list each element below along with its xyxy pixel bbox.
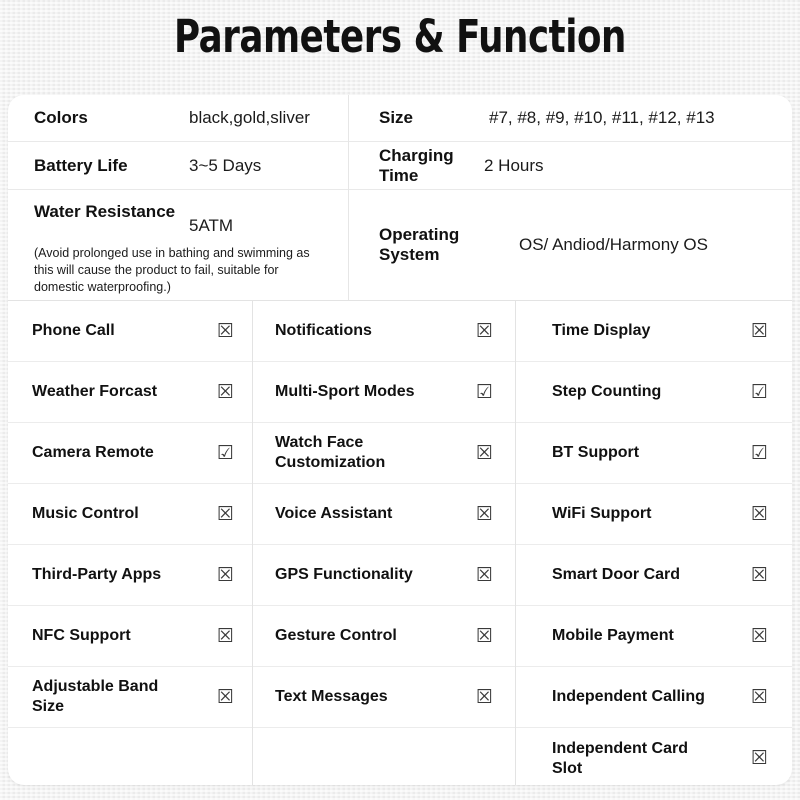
spec-row-charging-time: Charging Time 2 Hours (349, 142, 792, 190)
feature-label: Third-Party Apps (32, 566, 162, 583)
feature-label: Independent Card Slot (552, 739, 689, 777)
spec-label: Colors (34, 108, 88, 127)
feature-row: Mobile Payment ☒ (516, 606, 792, 667)
feature-label: Watch Face Customization (275, 434, 386, 471)
feature-row: Music Control ☒ (8, 484, 252, 545)
spec-label: Battery Life (34, 155, 128, 175)
spec-label: Size (379, 108, 414, 127)
feature-label: Text Messages (275, 688, 388, 705)
checkbox-icon[interactable]: ☑ (476, 382, 493, 402)
page-title: Parameters & Function (174, 10, 626, 63)
feature-label: Adjustable Band Size (32, 678, 159, 715)
checkbox-icon[interactable]: ☒ (751, 504, 768, 524)
feature-label: Phone Call (32, 322, 115, 339)
checkbox-icon[interactable]: ☒ (476, 443, 493, 463)
checkbox-icon[interactable]: ☒ (217, 382, 234, 402)
spec-label: Charging Time (379, 145, 454, 185)
checkbox-icon[interactable]: ☒ (751, 749, 768, 768)
spec-row-battery-life: Battery Life 3~5 Days (8, 142, 348, 190)
checkbox-icon[interactable]: ☒ (217, 626, 234, 646)
feature-row: Watch Face Customization ☒ (253, 423, 515, 484)
feature-label: Smart Door Card (552, 566, 681, 583)
spec-value: 5ATM (189, 216, 234, 235)
checkbox-icon[interactable]: ☒ (476, 565, 493, 585)
spec-row-operating-system: Operating System OS/ Andiod/Harmony OS (349, 190, 792, 300)
feature-row: Adjustable Band Size ☒ (8, 667, 252, 728)
checkbox-icon[interactable]: ☒ (751, 687, 768, 707)
checkbox-icon[interactable]: ☒ (476, 626, 493, 646)
spec-value: OS/ Andiod/Harmony OS (519, 235, 708, 254)
spec-row-colors: Colors black,gold,sliver (8, 95, 348, 142)
checkbox-icon[interactable]: ☒ (217, 504, 234, 524)
feature-label: Gesture Control (275, 627, 397, 644)
checkbox-icon[interactable]: ☒ (217, 565, 234, 585)
feature-label: WiFi Support (552, 505, 652, 522)
water-resistance-note: (Avoid prolonged use in bathing and swim… (34, 245, 310, 294)
feature-column-2: Notifications ☒ Multi-Sport Modes ☑ Watc… (252, 301, 515, 785)
feature-label: Independent Calling (552, 688, 705, 705)
feature-row: Third-Party Apps ☒ (8, 545, 252, 606)
checkbox-icon[interactable]: ☒ (476, 504, 493, 524)
feature-label: Notifications (275, 322, 372, 339)
feature-row: Step Counting ☑ (516, 362, 792, 423)
feature-label: GPS Functionality (275, 566, 413, 583)
spec-card: Colors black,gold,sliver Battery Life 3~… (8, 95, 792, 785)
spec-label: Operating System (379, 225, 460, 264)
feature-row: BT Support ☑ (516, 423, 792, 484)
checkbox-icon[interactable]: ☒ (476, 687, 493, 707)
feature-row: NFC Support ☒ (8, 606, 252, 667)
feature-row: WiFi Support ☒ (516, 484, 792, 545)
product-spec-page: Parameters & Function Colors black,gold,… (0, 0, 800, 800)
spec-row-water-resistance: Water Resistance 5ATM (Avoid prolonged u… (8, 190, 348, 300)
spec-value: 2 Hours (484, 155, 544, 175)
feature-label: Weather Forcast (32, 383, 158, 400)
spec-label: Water Resistance (34, 202, 176, 221)
checkbox-icon[interactable]: ☑ (751, 382, 768, 402)
spec-row-size: Size #7, #8, #9, #10, #11, #12, #13 (349, 95, 792, 142)
feature-label: Multi-Sport Modes (275, 383, 415, 400)
feature-label: Step Counting (552, 383, 662, 400)
feature-row: Independent Calling ☒ (516, 667, 792, 728)
checkbox-icon[interactable]: ☑ (217, 443, 234, 463)
feature-column-1: Phone Call ☒ Weather Forcast ☒ Camera Re… (8, 301, 252, 785)
feature-row: Text Messages ☒ (253, 667, 515, 728)
feature-row: Smart Door Card ☒ (516, 545, 792, 606)
feature-row: Phone Call ☒ (8, 301, 252, 362)
feature-label: Mobile Payment (552, 627, 674, 644)
spec-value: black,gold,sliver (189, 108, 310, 127)
feature-row: Camera Remote ☑ (8, 423, 252, 484)
spec-value: #7, #8, #9, #10, #11, #12, #13 (489, 108, 715, 127)
spec-column-left: Colors black,gold,sliver Battery Life 3~… (8, 95, 348, 300)
checkbox-icon[interactable]: ☒ (476, 321, 493, 341)
feature-label: BT Support (552, 444, 640, 461)
feature-grid: Phone Call ☒ Weather Forcast ☒ Camera Re… (8, 300, 792, 785)
feature-row: Gesture Control ☒ (253, 606, 515, 667)
feature-row: Independent Card Slot ☒ (516, 728, 792, 785)
spec-value: 3~5 Days (189, 155, 262, 175)
feature-row: Multi-Sport Modes ☑ (253, 362, 515, 423)
feature-row: Time Display ☒ (516, 301, 792, 362)
feature-label: Voice Assistant (275, 505, 393, 522)
feature-row: GPS Functionality ☒ (253, 545, 515, 606)
feature-column-3: Time Display ☒ Step Counting ☑ BT Suppor… (515, 301, 792, 785)
checkbox-icon[interactable]: ☒ (217, 321, 234, 341)
feature-row: Notifications ☒ (253, 301, 515, 362)
feature-label: Music Control (32, 505, 139, 522)
feature-label: Time Display (552, 322, 651, 339)
feature-label: Camera Remote (32, 444, 154, 461)
checkbox-icon[interactable]: ☒ (751, 321, 768, 341)
feature-label: NFC Support (32, 627, 131, 644)
feature-row: Weather Forcast ☒ (8, 362, 252, 423)
specification-table: Colors black,gold,sliver Battery Life 3~… (8, 95, 792, 300)
checkbox-icon[interactable]: ☒ (217, 687, 234, 707)
spec-column-right: Size #7, #8, #9, #10, #11, #12, #13 Char… (348, 95, 792, 300)
checkbox-icon[interactable]: ☒ (751, 565, 768, 585)
checkbox-icon[interactable]: ☒ (751, 626, 768, 646)
feature-row: Voice Assistant ☒ (253, 484, 515, 545)
checkbox-icon[interactable]: ☑ (751, 443, 768, 463)
